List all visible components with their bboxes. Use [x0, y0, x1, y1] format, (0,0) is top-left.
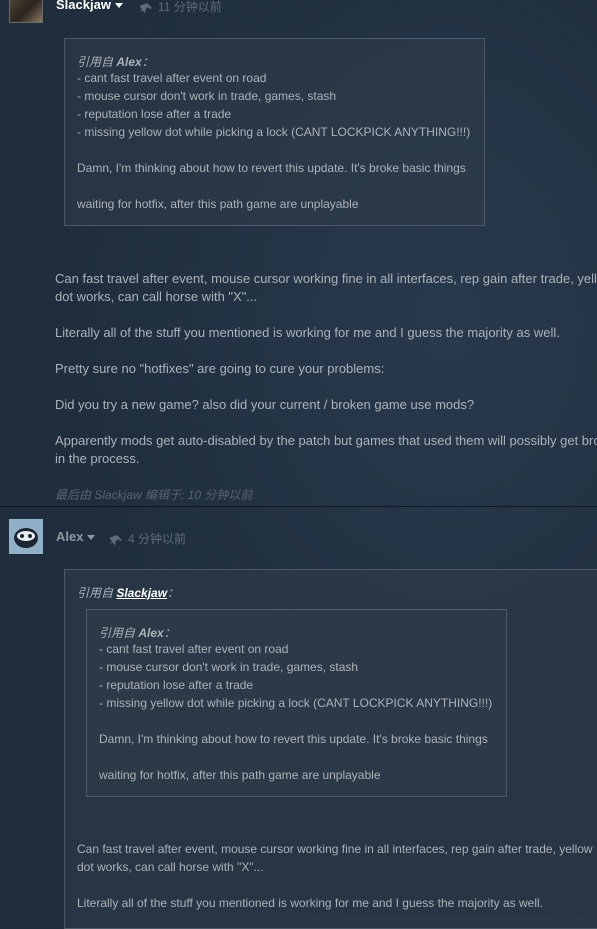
quote-source: Alex [116, 55, 142, 69]
quote-line: - missing yellow dot while picking a loc… [77, 125, 471, 139]
quote-line: - cant fast travel after event on road [77, 71, 267, 85]
quote-line: - missing yellow dot while picking a loc… [99, 696, 493, 710]
author-name[interactable]: Slackjaw [56, 0, 111, 12]
post-author[interactable]: Alex [56, 529, 96, 544]
pin-icon [110, 534, 122, 545]
quote-line: Can fast travel after event, mouse curso… [77, 842, 593, 856]
quote-header: 引用自 Slackjaw： [77, 586, 180, 600]
post-body-line: Can fast travel after event, mouse curso… [55, 271, 597, 286]
post-body-line: Did you try a new game? also did your cu… [55, 397, 475, 412]
post-body-line: in the process. [55, 451, 140, 466]
quote-line: waiting for hotfix, after this path game… [99, 768, 381, 782]
post-body-line: Pretty sure no "hotfixes" are going to c… [55, 361, 385, 376]
quote-header: 引用自 Alex： [99, 626, 176, 640]
quote-source: Alex [138, 626, 164, 640]
quote-line: dot works, can call horse with "X"... [77, 860, 264, 874]
quote-header: 引用自 Alex： [77, 55, 154, 69]
post-time[interactable]: 4 分钟以前 [110, 530, 186, 547]
avatar[interactable] [9, 519, 43, 554]
avatar-image [10, 520, 42, 553]
post-body-line: dot works, can call horse with "X"... [55, 289, 258, 304]
post-author[interactable]: Slackjaw [56, 0, 123, 12]
avatar[interactable] [9, 0, 43, 23]
caret-down-icon[interactable] [87, 535, 96, 541]
quote-line: Literally all of the stuff you mentioned… [77, 896, 544, 910]
quote-box: 引用自 Alex： - cant fast travel after event… [64, 38, 485, 226]
quote-line: - reputation lose after a trade [77, 107, 232, 121]
post-body-line: Literally all of the stuff you mentioned… [55, 325, 560, 340]
quote-line: - mouse cursor don't work in trade, game… [99, 660, 359, 674]
quote-line: waiting for hotfix, after this path game… [77, 197, 359, 211]
post-divider [0, 506, 597, 507]
edited-note: 最后由 Slackjaw 编辑于: 10 分钟以前 [55, 488, 253, 502]
caret-down-icon[interactable] [114, 3, 123, 9]
author-name[interactable]: Alex [56, 529, 83, 544]
quote-line: - cant fast travel after event on road [99, 642, 289, 656]
quote-box: 引用自 Slackjaw： 引用自 Alex： - cant fast trav… [64, 569, 597, 929]
post-time[interactable]: 11 分钟以前 [140, 0, 222, 15]
pin-icon [140, 2, 152, 13]
quote-line: Damn, I'm thinking about how to revert t… [77, 161, 466, 175]
quote-line: Damn, I'm thinking about how to revert t… [99, 732, 488, 746]
nested-quote-box: 引用自 Alex： - cant fast travel after event… [86, 609, 507, 797]
quote-line: - mouse cursor don't work in trade, game… [77, 89, 337, 103]
quote-line: - reputation lose after a trade [99, 678, 254, 692]
post-body-line: Apparently mods get auto-disabled by the… [55, 433, 597, 448]
quote-source-link[interactable]: Slackjaw [116, 586, 167, 600]
